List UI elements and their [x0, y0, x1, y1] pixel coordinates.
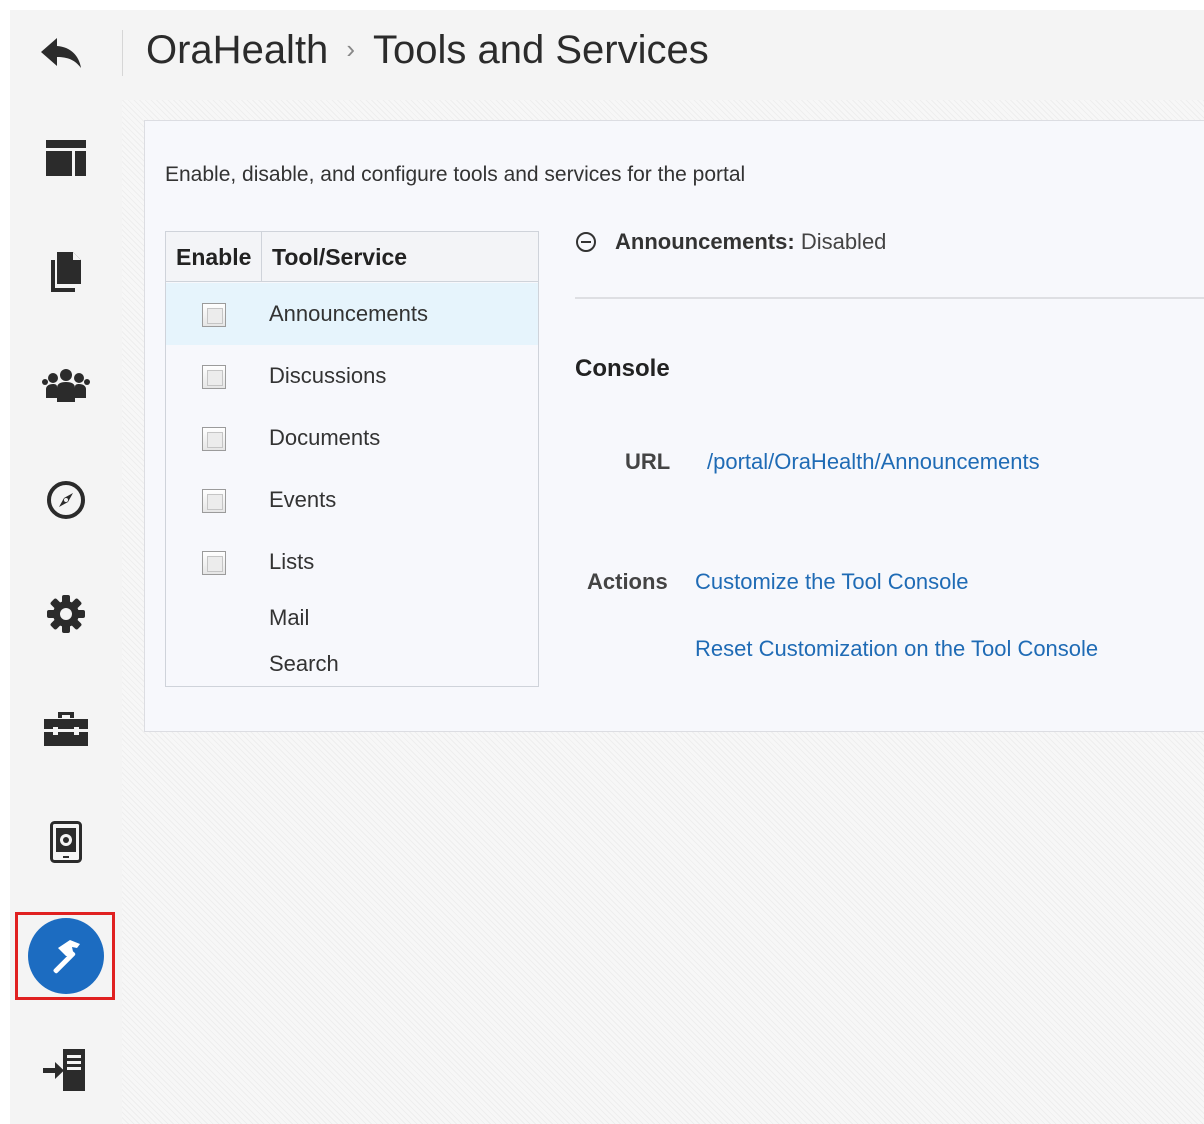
panel-description: Enable, disable, and configure tools and… [165, 163, 746, 186]
breadcrumb: OraHealth › Tools and Services [146, 28, 709, 73]
breadcrumb-root[interactable]: OraHealth [146, 28, 328, 72]
tools-services-panel: Enable, disable, and configure tools and… [144, 120, 1204, 732]
layout-icon [46, 140, 86, 176]
tool-label: Events [269, 487, 337, 512]
tool-label: Discussions [269, 363, 387, 388]
enable-checkbox-announcements[interactable] [202, 303, 226, 327]
sidebar-item-layout[interactable] [10, 118, 122, 198]
table-row-events[interactable]: Events [166, 469, 538, 531]
compass-icon [47, 481, 85, 519]
collapse-icon[interactable] [575, 231, 597, 253]
actions-label: Actions [587, 569, 668, 594]
sidebar-item-devices[interactable] [10, 802, 122, 882]
table-row-lists[interactable]: Lists [166, 531, 538, 591]
column-header-tool[interactable]: Tool/Service [272, 244, 407, 271]
import-icon [43, 1049, 85, 1091]
enable-checkbox-lists[interactable] [202, 551, 226, 575]
app-frame: OraHealth › Tools and Services Enable, d… [10, 10, 1204, 1124]
url-link[interactable]: /portal/OraHealth/Announcements [707, 449, 1040, 475]
table-row-discussions[interactable]: Discussions [166, 345, 538, 407]
sidebar-item-settings[interactable] [10, 574, 122, 654]
enable-checkbox-events[interactable] [202, 489, 226, 513]
divider [575, 297, 1204, 299]
tool-label: Mail [269, 605, 310, 630]
main-content: Enable, disable, and configure tools and… [122, 100, 1204, 1124]
device-settings-icon [50, 821, 82, 863]
back-button[interactable] [38, 34, 84, 74]
people-icon [42, 369, 90, 402]
reset-customization-link[interactable]: Reset Customization on the Tool Console [695, 636, 1098, 662]
sidebar-item-explore[interactable] [10, 460, 122, 540]
page-title: Tools and Services [372, 28, 709, 72]
customize-console-link[interactable]: Customize the Tool Console [695, 569, 969, 595]
tool-label: Documents [269, 425, 381, 450]
tool-service-table: Enable Tool/Service Announcements Discus… [165, 231, 539, 687]
enable-checkbox-documents[interactable] [202, 427, 226, 451]
table-header: Enable Tool/Service [166, 232, 538, 282]
status-text: Disabled [800, 229, 887, 254]
column-header-enable[interactable]: Enable [176, 244, 251, 271]
tool-label: Search [269, 651, 339, 676]
tool-label: Announcements [269, 301, 428, 326]
sidebar-item-tools[interactable] [10, 688, 122, 768]
sidebar-item-people[interactable] [10, 346, 122, 426]
detail-title: Announcements: Disabled [615, 229, 886, 255]
back-arrow-icon [41, 38, 81, 68]
sidebar-item-documents[interactable] [10, 232, 122, 312]
tool-label: Lists [269, 549, 315, 574]
toolbox-icon [44, 712, 88, 746]
column-divider [261, 232, 262, 282]
table-row-mail[interactable]: Mail [166, 591, 538, 639]
header: OraHealth › Tools and Services [10, 10, 1204, 100]
url-label: URL [625, 449, 671, 474]
documents-icon [51, 252, 81, 292]
active-item-highlight [15, 912, 115, 1000]
console-heading: Console [575, 355, 670, 382]
enable-checkbox-discussions[interactable] [202, 365, 226, 389]
tool-name: Announcements: [615, 229, 795, 254]
table-row-search[interactable]: Search [166, 639, 538, 685]
gear-icon [47, 595, 85, 633]
table-row-announcements[interactable]: Announcements [166, 283, 538, 345]
table-row-documents[interactable]: Documents [166, 407, 538, 469]
header-divider [122, 30, 123, 76]
breadcrumb-separator: › [346, 34, 355, 64]
sidebar [10, 100, 122, 1124]
sidebar-item-import[interactable] [10, 1030, 122, 1110]
